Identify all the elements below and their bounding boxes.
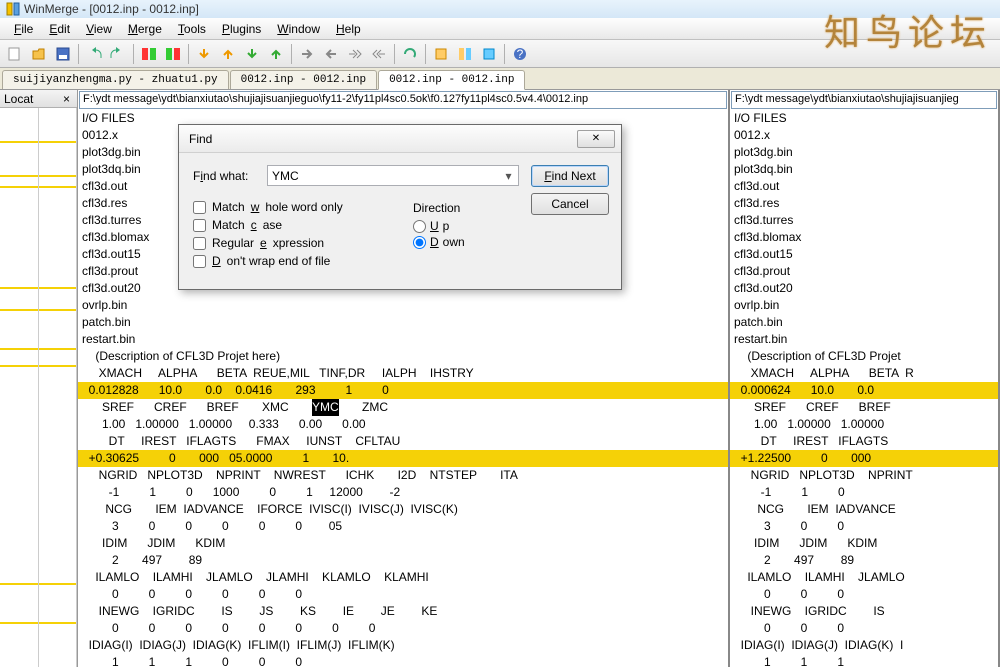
diff2-icon[interactable] — [162, 43, 184, 65]
menu-file[interactable]: File — [6, 20, 41, 38]
prev-diff2-icon[interactable] — [265, 43, 287, 65]
menu-edit[interactable]: Edit — [41, 20, 78, 38]
right-pane: F:\ydt message\ydt\bianxiutao\shujiajisu… — [730, 90, 1000, 667]
menu-view[interactable]: View — [78, 20, 120, 38]
find-dialog: Find ✕ Find what: YMC ▾ Match whole word… — [178, 124, 622, 290]
find-title-text: Find — [189, 132, 212, 146]
menu-tools[interactable]: Tools — [170, 20, 214, 38]
tab-0[interactable]: suijiyanzhengma.py - zhuatu1.py — [2, 70, 229, 89]
copy-left-icon[interactable] — [320, 43, 342, 65]
check-wrap[interactable]: Don't wrap end of file — [193, 254, 609, 268]
radio-up[interactable]: Up — [413, 219, 465, 233]
left-path[interactable]: F:\ydt message\ydt\bianxiutao\shujiajisu… — [79, 91, 727, 109]
tab-1[interactable]: 0012.inp - 0012.inp — [230, 70, 377, 89]
direction-label: Direction — [413, 201, 465, 215]
menubar: File Edit View Merge Tools Plugins Windo… — [0, 18, 1000, 40]
diff-icon[interactable] — [138, 43, 160, 65]
toolbar: ? — [0, 40, 1000, 68]
check-regex[interactable]: Regular expression — [193, 236, 609, 250]
titlebar: WinMerge - [0012.inp - 0012.inp] — [0, 0, 1000, 18]
check-match-case[interactable]: Match case — [193, 218, 609, 232]
find-next-button[interactable]: Find Next — [531, 165, 609, 187]
cancel-button[interactable]: Cancel — [531, 193, 609, 215]
all-right-icon[interactable] — [344, 43, 366, 65]
minimap[interactable] — [0, 108, 77, 667]
find-title[interactable]: Find ✕ — [179, 125, 621, 153]
find-input[interactable]: YMC ▾ — [267, 165, 519, 186]
location-close-icon[interactable]: × — [60, 92, 73, 106]
dropdown-icon[interactable]: ▾ — [501, 169, 516, 183]
help-icon[interactable]: ? — [509, 43, 531, 65]
redo-icon[interactable] — [107, 43, 129, 65]
opt3-icon[interactable] — [478, 43, 500, 65]
menu-merge[interactable]: Merge — [120, 20, 170, 38]
menu-plugins[interactable]: Plugins — [214, 20, 269, 38]
next-diff-icon[interactable] — [193, 43, 215, 65]
menu-window[interactable]: Window — [269, 20, 328, 38]
location-panel: Locat × — [0, 90, 78, 667]
opt2-icon[interactable] — [454, 43, 476, 65]
all-left-icon[interactable] — [368, 43, 390, 65]
svg-text:?: ? — [517, 47, 524, 61]
refresh-icon[interactable] — [399, 43, 421, 65]
open-icon[interactable] — [28, 43, 50, 65]
minimap-left[interactable] — [0, 108, 39, 667]
prev-diff-icon[interactable] — [217, 43, 239, 65]
undo-icon[interactable] — [83, 43, 105, 65]
menu-help[interactable]: Help — [328, 20, 369, 38]
app-icon — [6, 2, 20, 16]
minimap-right[interactable] — [39, 108, 78, 667]
new-icon[interactable] — [4, 43, 26, 65]
location-header: Locat × — [0, 90, 77, 108]
find-input-value: YMC — [272, 169, 299, 183]
direction-group: Direction Up Down — [413, 201, 465, 251]
copy-right-icon[interactable] — [296, 43, 318, 65]
right-path[interactable]: F:\ydt message\ydt\bianxiutao\shujiajisu… — [731, 91, 997, 109]
app-title: WinMerge - [0012.inp - 0012.inp] — [24, 2, 199, 16]
location-title: Locat — [4, 92, 33, 106]
right-body[interactable]: I/O FILES0012.xplot3dg.binplot3dq.bincfl… — [730, 110, 998, 667]
find-what-label: Find what: — [193, 169, 259, 183]
opt1-icon[interactable] — [430, 43, 452, 65]
tab-2[interactable]: 0012.inp - 0012.inp — [378, 70, 525, 90]
next-diff2-icon[interactable] — [241, 43, 263, 65]
close-icon[interactable]: ✕ — [577, 130, 615, 148]
tabbar: suijiyanzhengma.py - zhuatu1.py 0012.inp… — [0, 68, 1000, 90]
radio-down[interactable]: Down — [413, 235, 465, 249]
save-icon[interactable] — [52, 43, 74, 65]
